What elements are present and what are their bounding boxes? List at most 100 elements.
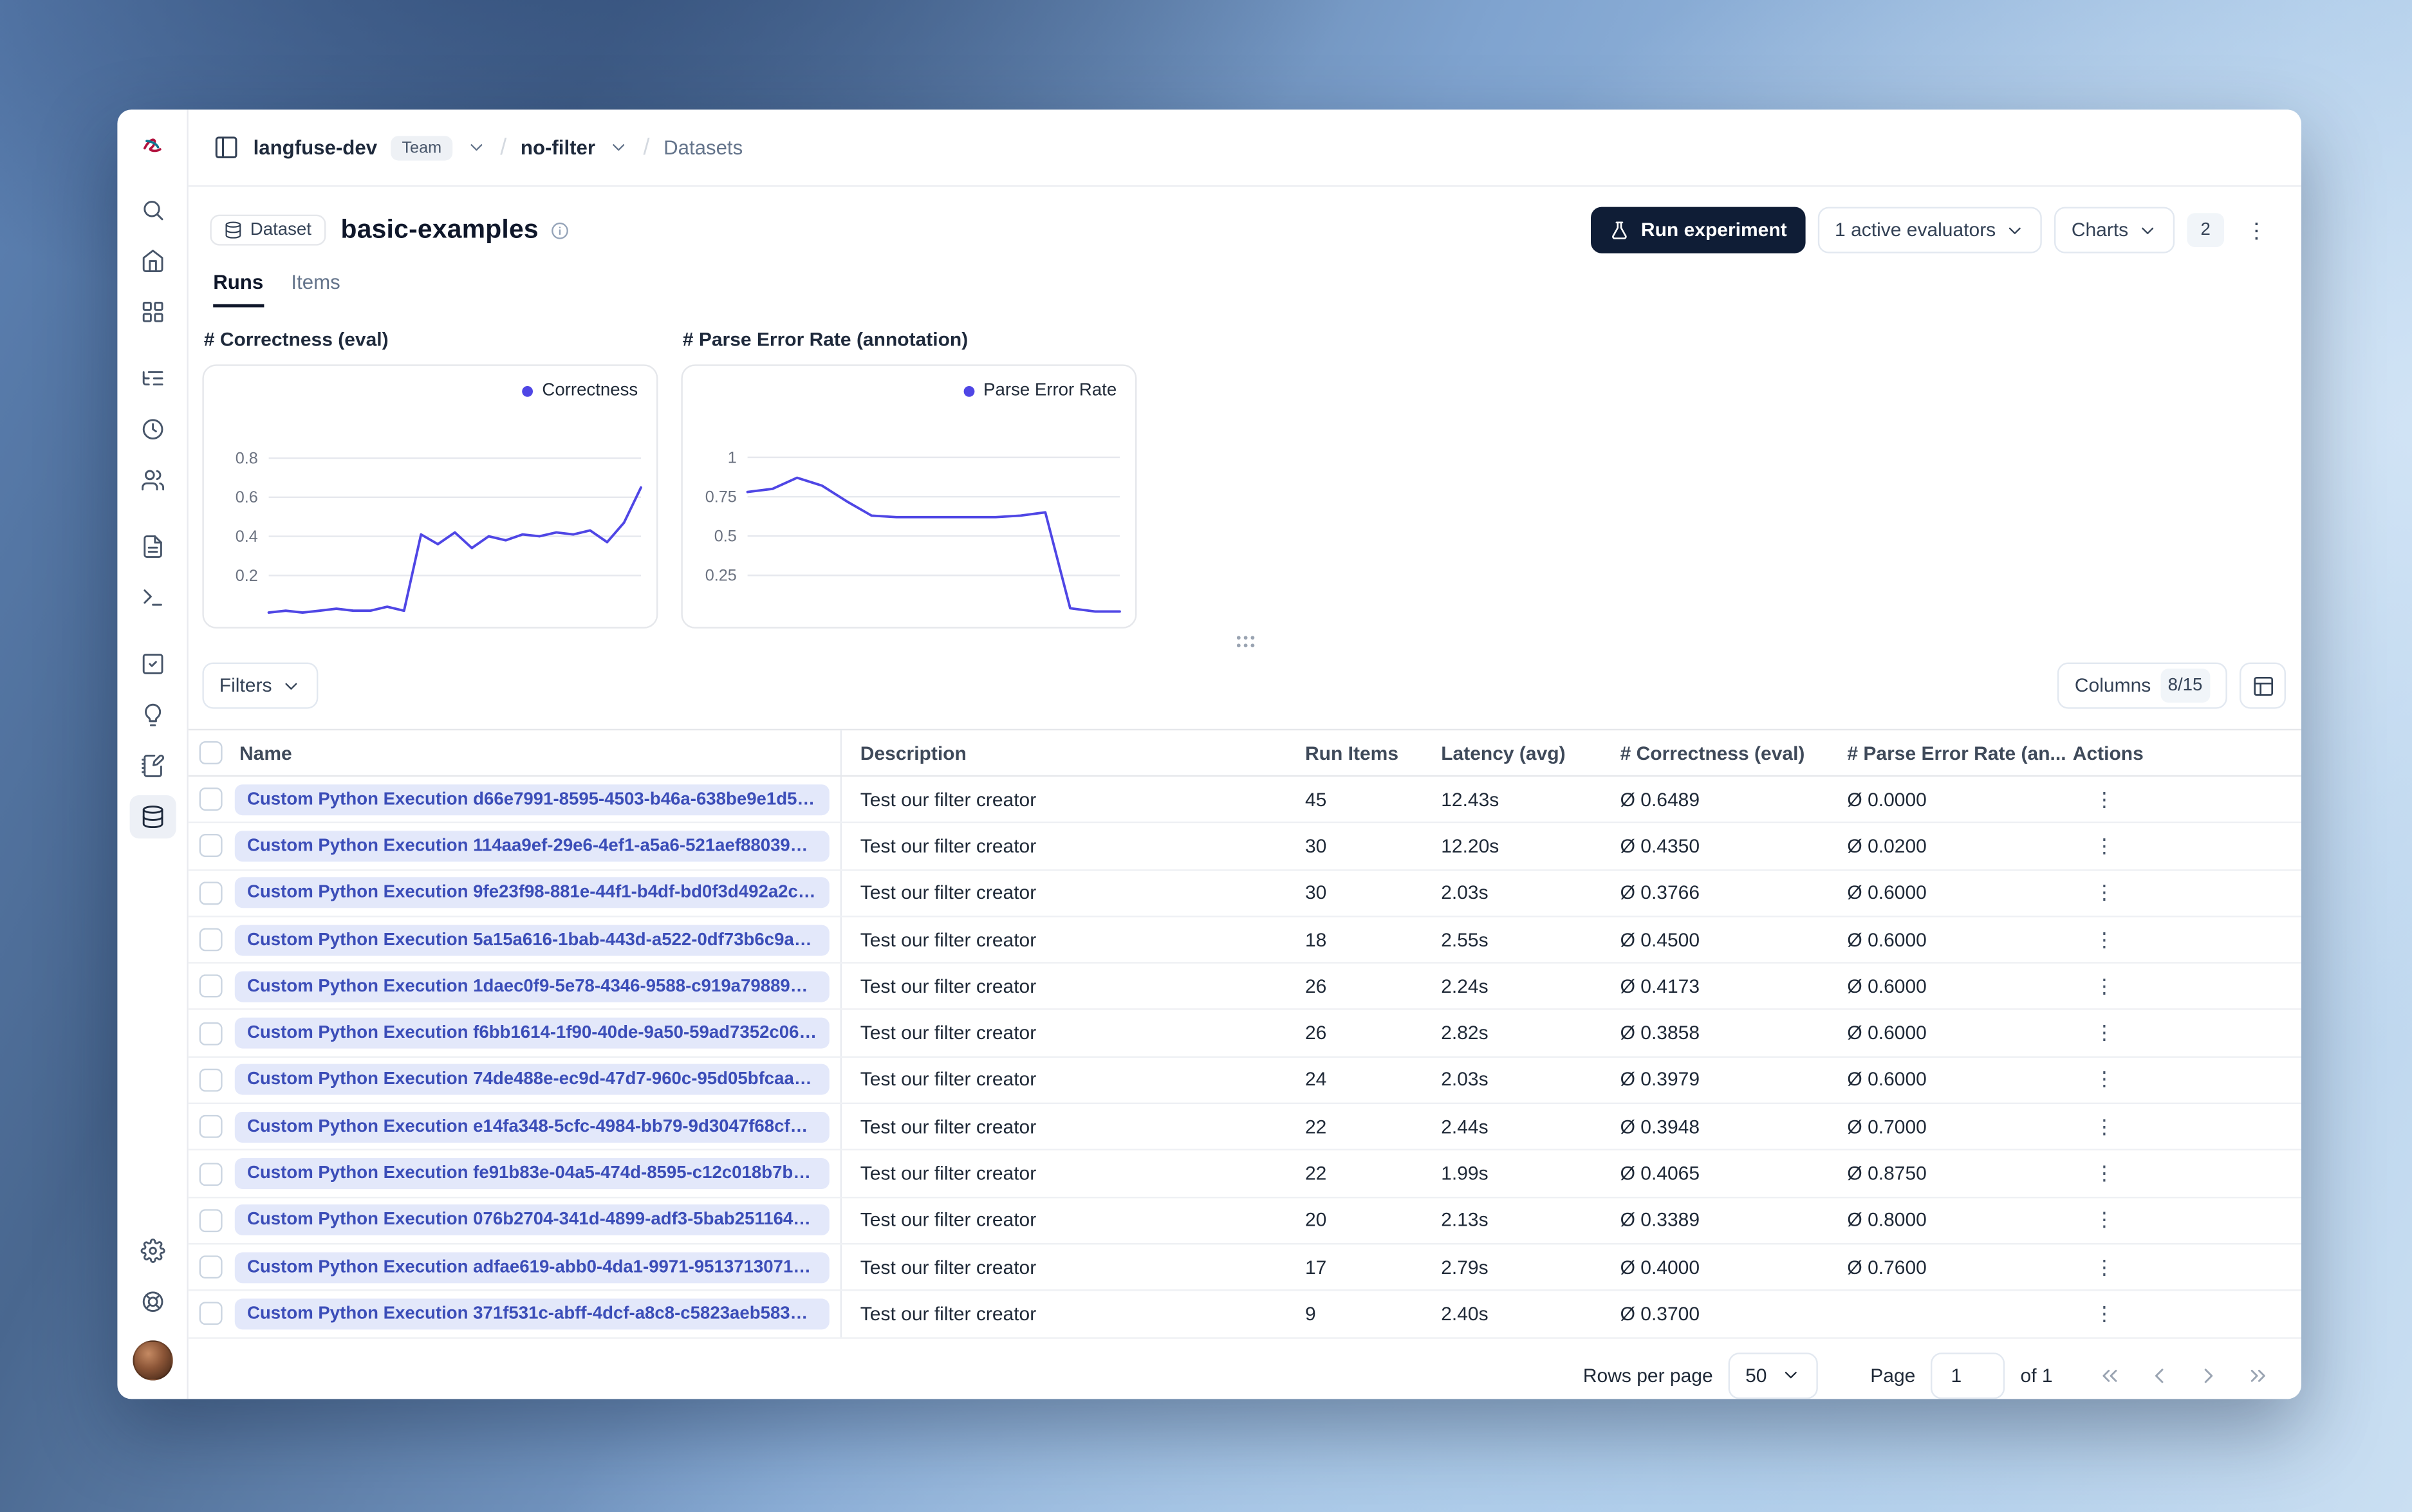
sessions-icon[interactable] (129, 408, 175, 451)
row-checkbox[interactable] (199, 881, 223, 905)
page-number-input[interactable]: 1 (1931, 1352, 2005, 1399)
row-kebab-menu[interactable]: ⋮ (2073, 1302, 2116, 1325)
rows-per-page-label: Rows per page (1582, 1364, 1713, 1387)
row-checkbox[interactable] (199, 1068, 223, 1092)
datasets-icon[interactable] (129, 795, 176, 839)
row-checkbox[interactable] (199, 834, 223, 858)
row-checkbox[interactable] (199, 975, 223, 999)
row-kebab-menu[interactable]: ⋮ (2073, 1114, 2116, 1138)
row-kebab-menu[interactable]: ⋮ (2073, 1208, 2116, 1231)
chevron-down-icon[interactable] (467, 138, 487, 158)
parse-error-value: Ø 0.6000 (1847, 975, 1927, 997)
filters-button[interactable]: Filters (202, 662, 319, 709)
sidebar-toggle-icon[interactable] (213, 134, 239, 161)
playground-icon[interactable] (129, 576, 175, 619)
run-name-link[interactable]: Custom Python Execution adfae619-abb0-4d… (234, 1251, 830, 1283)
run-name-link[interactable]: Custom Python Execution 1daec0f9-5e78-43… (234, 971, 830, 1002)
page-number-value: 1 (1951, 1364, 1962, 1387)
next-page-button[interactable] (2185, 1352, 2232, 1398)
chevron-down-icon[interactable] (609, 138, 629, 158)
annotation-icon[interactable] (129, 744, 175, 788)
header-parse-error[interactable]: # Parse Error Rate (an... (1847, 742, 2072, 764)
row-kebab-menu[interactable]: ⋮ (2073, 787, 2116, 810)
insights-icon[interactable] (129, 694, 175, 737)
row-checkbox[interactable] (199, 1162, 223, 1186)
row-checkbox[interactable] (199, 788, 223, 811)
row-checkbox-cell (189, 1162, 232, 1186)
tab-runs[interactable]: Runs (213, 270, 264, 308)
run-name-link[interactable]: Custom Python Execution 5a15a616-1bab-44… (234, 924, 830, 955)
row-kebab-menu[interactable]: ⋮ (2073, 834, 2116, 857)
run-name-cell: Custom Python Execution 5a15a616-1bab-44… (232, 917, 842, 963)
legend-label: Correctness (542, 381, 638, 400)
parse-error-value: Ø 0.6000 (1847, 928, 1927, 951)
row-actions-cell: ⋮ (2073, 1302, 2301, 1326)
table-view-button[interactable] (2240, 662, 2287, 709)
evaluation-icon[interactable] (129, 642, 175, 685)
header-correctness[interactable]: # Correctness (eval) (1620, 742, 1848, 764)
run-name-link[interactable]: Custom Python Execution 076b2704-341d-48… (234, 1204, 830, 1236)
breadcrumb-org[interactable]: langfuse-dev (254, 136, 377, 159)
run-name-link[interactable]: Custom Python Execution 74de488e-ec9d-47… (234, 1064, 830, 1096)
last-page-button[interactable] (2235, 1352, 2281, 1398)
row-kebab-menu[interactable]: ⋮ (2073, 1161, 2116, 1185)
select-all-checkbox[interactable] (199, 741, 223, 764)
columns-button[interactable]: Columns 8/15 (2057, 662, 2227, 709)
settings-icon[interactable] (129, 1229, 175, 1272)
prompts-icon[interactable] (129, 525, 175, 568)
row-kebab-menu[interactable]: ⋮ (2073, 927, 2116, 950)
rows-per-page-value: 50 (1745, 1364, 1767, 1387)
first-page-button[interactable] (2086, 1352, 2133, 1398)
run-name-link[interactable]: Custom Python Execution 371f531c-abff-4d… (234, 1298, 830, 1330)
correctness-value: Ø 0.4065 (1620, 1163, 1700, 1185)
run-description: Test our filter creator (860, 1069, 1037, 1091)
users-icon[interactable] (129, 459, 175, 502)
row-checkbox[interactable] (199, 928, 223, 952)
row-kebab-menu[interactable]: ⋮ (2073, 1067, 2116, 1091)
page-of-label: of 1 (2020, 1364, 2053, 1387)
rows-per-page-select[interactable]: 50 (1728, 1352, 1818, 1399)
support-icon[interactable] (129, 1280, 175, 1323)
section-resize-handle[interactable] (189, 629, 2301, 653)
header-run-items[interactable]: Run Items (1305, 742, 1441, 764)
row-checkbox[interactable] (199, 1255, 223, 1279)
row-kebab-menu[interactable]: ⋮ (2073, 1021, 2116, 1044)
row-checkbox[interactable] (199, 1302, 223, 1326)
tab-items[interactable]: Items (291, 270, 340, 308)
run-name-link[interactable]: Custom Python Execution 9fe23f98-881e-44… (234, 877, 830, 908)
desktop-background: langfuse-dev Team / no-filter / Datasets… (0, 0, 2412, 1512)
run-name-link[interactable]: Custom Python Execution d66e7991-8595-45… (234, 784, 830, 815)
row-kebab-menu[interactable]: ⋮ (2073, 974, 2116, 997)
row-checkbox[interactable] (199, 1208, 223, 1232)
tracing-icon[interactable] (129, 356, 175, 400)
header-latency[interactable]: Latency (avg) (1441, 742, 1620, 764)
charts-dropdown[interactable]: Charts (2054, 207, 2175, 254)
breadcrumb-project[interactable]: no-filter (521, 136, 595, 159)
row-kebab-menu[interactable]: ⋮ (2073, 1255, 2116, 1278)
header-name[interactable]: Name (232, 730, 842, 775)
row-kebab-menu[interactable]: ⋮ (2073, 881, 2116, 904)
info-icon[interactable] (550, 220, 570, 240)
langfuse-logo-icon[interactable] (129, 124, 175, 167)
legend-label: Parse Error Rate (983, 381, 1117, 400)
breadcrumb-section[interactable]: Datasets (663, 136, 743, 159)
previous-page-button[interactable] (2136, 1352, 2182, 1398)
row-checkbox-cell (189, 1021, 232, 1045)
columns-label: Columns (2074, 674, 2151, 697)
search-icon[interactable] (129, 189, 175, 232)
run-experiment-button[interactable]: Run experiment (1591, 207, 1806, 254)
correctness-value: Ø 0.3389 (1620, 1209, 1700, 1231)
grip-dots-icon (1236, 635, 1254, 647)
run-name-link[interactable]: Custom Python Execution e14fa348-5cfc-49… (234, 1111, 830, 1143)
home-icon[interactable] (129, 239, 175, 282)
user-avatar[interactable] (132, 1340, 172, 1381)
header-description[interactable]: Description (842, 742, 1305, 764)
row-checkbox[interactable] (199, 1021, 223, 1045)
run-name-link[interactable]: Custom Python Execution fe91b83e-04a5-47… (234, 1158, 830, 1190)
evaluators-dropdown[interactable]: 1 active evaluators (1817, 207, 2043, 254)
header-kebab-menu[interactable]: ⋮ (2236, 208, 2276, 252)
run-name-link[interactable]: Custom Python Execution 114aa9ef-29e6-4e… (234, 831, 830, 862)
run-name-link[interactable]: Custom Python Execution f6bb1614-1f90-40… (234, 1017, 830, 1049)
dashboards-icon[interactable] (129, 290, 175, 333)
row-checkbox[interactable] (199, 1115, 223, 1139)
